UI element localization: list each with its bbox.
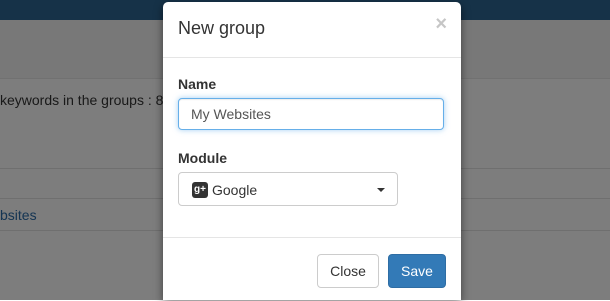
module-selected-value: Google [212, 182, 258, 198]
module-label: Module [178, 150, 227, 166]
modal-footer: Close Save [163, 237, 461, 301]
new-group-modal: New group × Name Module g+ Google Close … [163, 2, 461, 300]
close-button[interactable]: Close [317, 254, 379, 288]
modal-title: New group [178, 18, 266, 38]
close-icon[interactable]: × [435, 14, 447, 34]
google-plus-icon: g+ [192, 182, 208, 198]
name-input[interactable] [178, 98, 444, 130]
modal-header: New group × [163, 2, 461, 58]
caret-down-icon [377, 188, 385, 192]
name-label: Name [178, 76, 217, 92]
module-select[interactable]: g+ Google [178, 172, 398, 206]
save-button[interactable]: Save [388, 254, 446, 288]
